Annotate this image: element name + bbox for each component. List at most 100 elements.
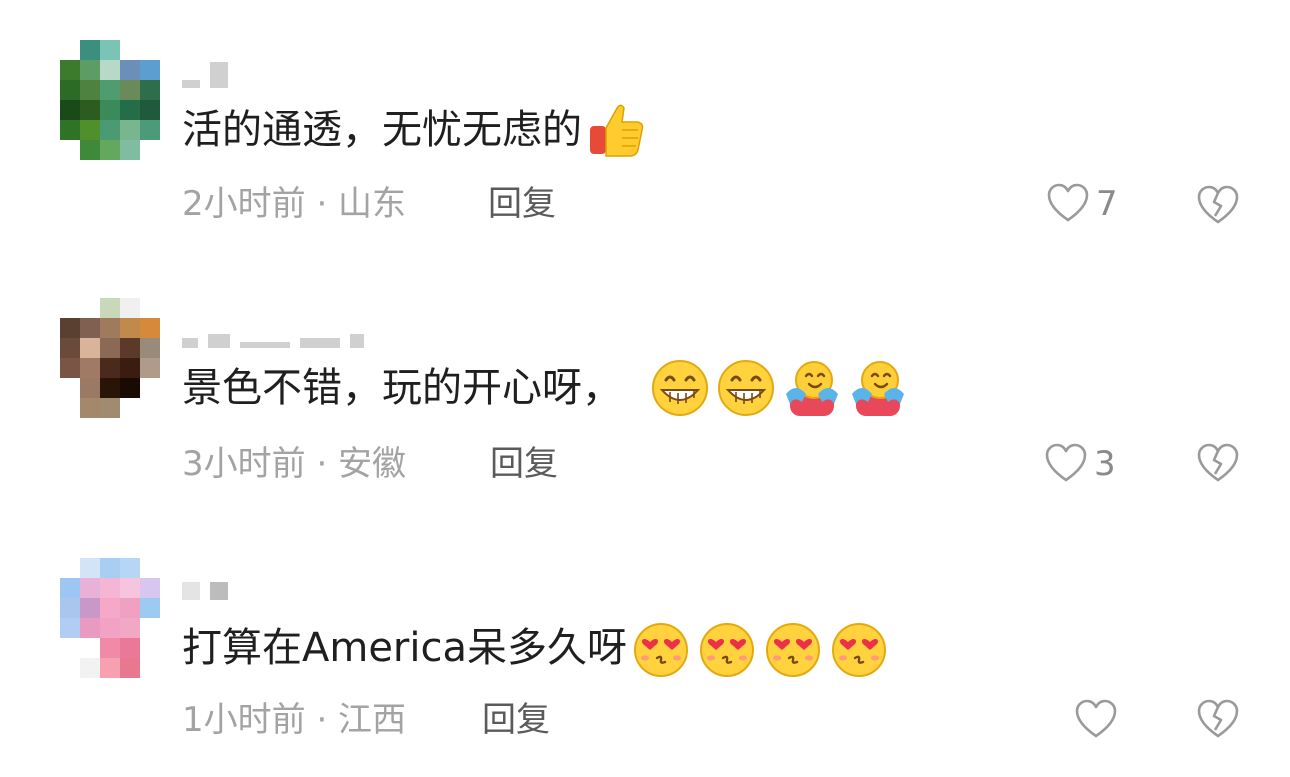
- avatar-pixel: [60, 558, 80, 578]
- avatar-pixel: [80, 80, 100, 100]
- avatar-pixel: [80, 60, 100, 80]
- broken-heart-outline-icon[interactable]: [1196, 442, 1240, 486]
- hug-emoji: [852, 361, 904, 416]
- avatar-pixel: [120, 358, 140, 378]
- avatar-pixel: [100, 140, 120, 160]
- comment-item: 打算在America呆多久呀 1小时前 · 江西 回复: [0, 518, 1290, 776]
- like-button[interactable]: [1074, 698, 1124, 742]
- like-count: 7: [1096, 184, 1118, 224]
- avatar-pixel: [140, 318, 160, 338]
- avatar-pixel: [140, 140, 160, 160]
- avatar-pixel: [80, 398, 100, 418]
- comment-text: 活的通透，无忧无虑的: [182, 100, 646, 160]
- heart-eyes-emoji: [832, 623, 886, 677]
- avatar[interactable]: [60, 558, 160, 678]
- avatar-pixel: [60, 658, 80, 678]
- avatar-pixel: [120, 298, 140, 318]
- comment-meta: 1小时前 · 江西: [182, 700, 407, 740]
- avatar-pixel: [80, 100, 100, 120]
- avatar-pixel: [60, 638, 80, 658]
- like-count: 3: [1094, 444, 1116, 484]
- comment-item: 景色不错，玩的开心呀， 3小时前 · 安徽 回复 3: [0, 258, 1290, 516]
- avatar-pixel: [140, 658, 160, 678]
- avatar-pixel: [80, 598, 100, 618]
- avatar-pixel: [120, 60, 140, 80]
- avatar-pixel: [120, 40, 140, 60]
- avatar-pixel: [60, 140, 80, 160]
- avatar-pixel: [140, 100, 160, 120]
- avatar-pixel: [80, 618, 100, 638]
- avatar-pixel: [60, 80, 80, 100]
- comment-meta: 3小时前 · 安徽: [182, 444, 407, 484]
- avatar-pixel: [60, 100, 80, 120]
- comment-meta: 2小时前 · 山东: [182, 184, 407, 224]
- avatar-pixel: [140, 578, 160, 598]
- avatar[interactable]: [60, 40, 160, 160]
- emoji-group: [631, 618, 889, 678]
- avatar-pixel: [60, 318, 80, 338]
- reply-button[interactable]: 回复: [482, 698, 550, 742]
- avatar-pixel: [80, 658, 100, 678]
- avatar-pixel: [80, 578, 100, 598]
- comment-text: 景色不错，玩的开心呀，: [182, 358, 908, 418]
- avatar-pixel: [100, 378, 120, 398]
- avatar-pixel: [80, 40, 100, 60]
- avatar-pixel: [100, 40, 120, 60]
- avatar-pixel: [60, 378, 80, 398]
- avatar-pixel: [100, 358, 120, 378]
- avatar-pixel: [80, 558, 100, 578]
- heart-eyes-emoji: [634, 623, 688, 677]
- avatar-pixel: [140, 40, 160, 60]
- avatar-pixel: [100, 598, 120, 618]
- username-redacted[interactable]: [182, 58, 228, 88]
- avatar[interactable]: [60, 298, 160, 418]
- avatar-pixel: [100, 558, 120, 578]
- avatar-pixel: [120, 140, 140, 160]
- broken-heart-outline-icon[interactable]: [1196, 698, 1240, 742]
- avatar-pixel: [140, 558, 160, 578]
- avatar-pixel: [100, 638, 120, 658]
- avatar-pixel: [80, 140, 100, 160]
- avatar-pixel: [100, 80, 120, 100]
- avatar-pixel: [80, 318, 100, 338]
- avatar-pixel: [100, 618, 120, 638]
- avatar-pixel: [120, 338, 140, 358]
- avatar-pixel: [80, 638, 100, 658]
- avatar-pixel: [120, 318, 140, 338]
- avatar-pixel: [120, 638, 140, 658]
- username-redacted[interactable]: [182, 318, 364, 348]
- emoji-group: [650, 358, 908, 418]
- avatar-pixel: [60, 398, 80, 418]
- avatar-pixel: [140, 398, 160, 418]
- comment-text: 打算在America呆多久呀: [182, 618, 889, 678]
- avatar-pixel: [100, 578, 120, 598]
- broken-heart-outline-icon[interactable]: [1196, 184, 1240, 228]
- avatar-pixel: [140, 80, 160, 100]
- reply-button[interactable]: 回复: [490, 442, 558, 486]
- heart-outline-icon: [1047, 183, 1089, 222]
- thumbs-up-emoji: [590, 104, 644, 157]
- avatar-pixel: [80, 378, 100, 398]
- avatar-pixel: [120, 598, 140, 618]
- avatar-pixel: [120, 398, 140, 418]
- avatar-pixel: [100, 298, 120, 318]
- comment-body: 活的通透，无忧无虑的: [182, 107, 582, 153]
- comment-body: 景色不错，玩的开心呀，: [182, 365, 622, 411]
- avatar-pixel: [80, 358, 100, 378]
- like-button[interactable]: 7: [1046, 182, 1118, 226]
- like-button[interactable]: 3: [1044, 442, 1116, 486]
- avatar-pixel: [60, 598, 80, 618]
- heart-eyes-emoji: [766, 623, 820, 677]
- avatar-pixel: [140, 638, 160, 658]
- avatar-pixel: [120, 378, 140, 398]
- avatar-pixel: [120, 558, 140, 578]
- reply-button[interactable]: 回复: [488, 182, 556, 226]
- avatar-pixel: [60, 338, 80, 358]
- avatar-pixel: [120, 80, 140, 100]
- avatar-pixel: [120, 658, 140, 678]
- avatar-pixel: [140, 378, 160, 398]
- heart-outline-icon: [1045, 443, 1087, 482]
- avatar-pixel: [100, 338, 120, 358]
- username-redacted[interactable]: [182, 570, 228, 600]
- avatar-pixel: [100, 658, 120, 678]
